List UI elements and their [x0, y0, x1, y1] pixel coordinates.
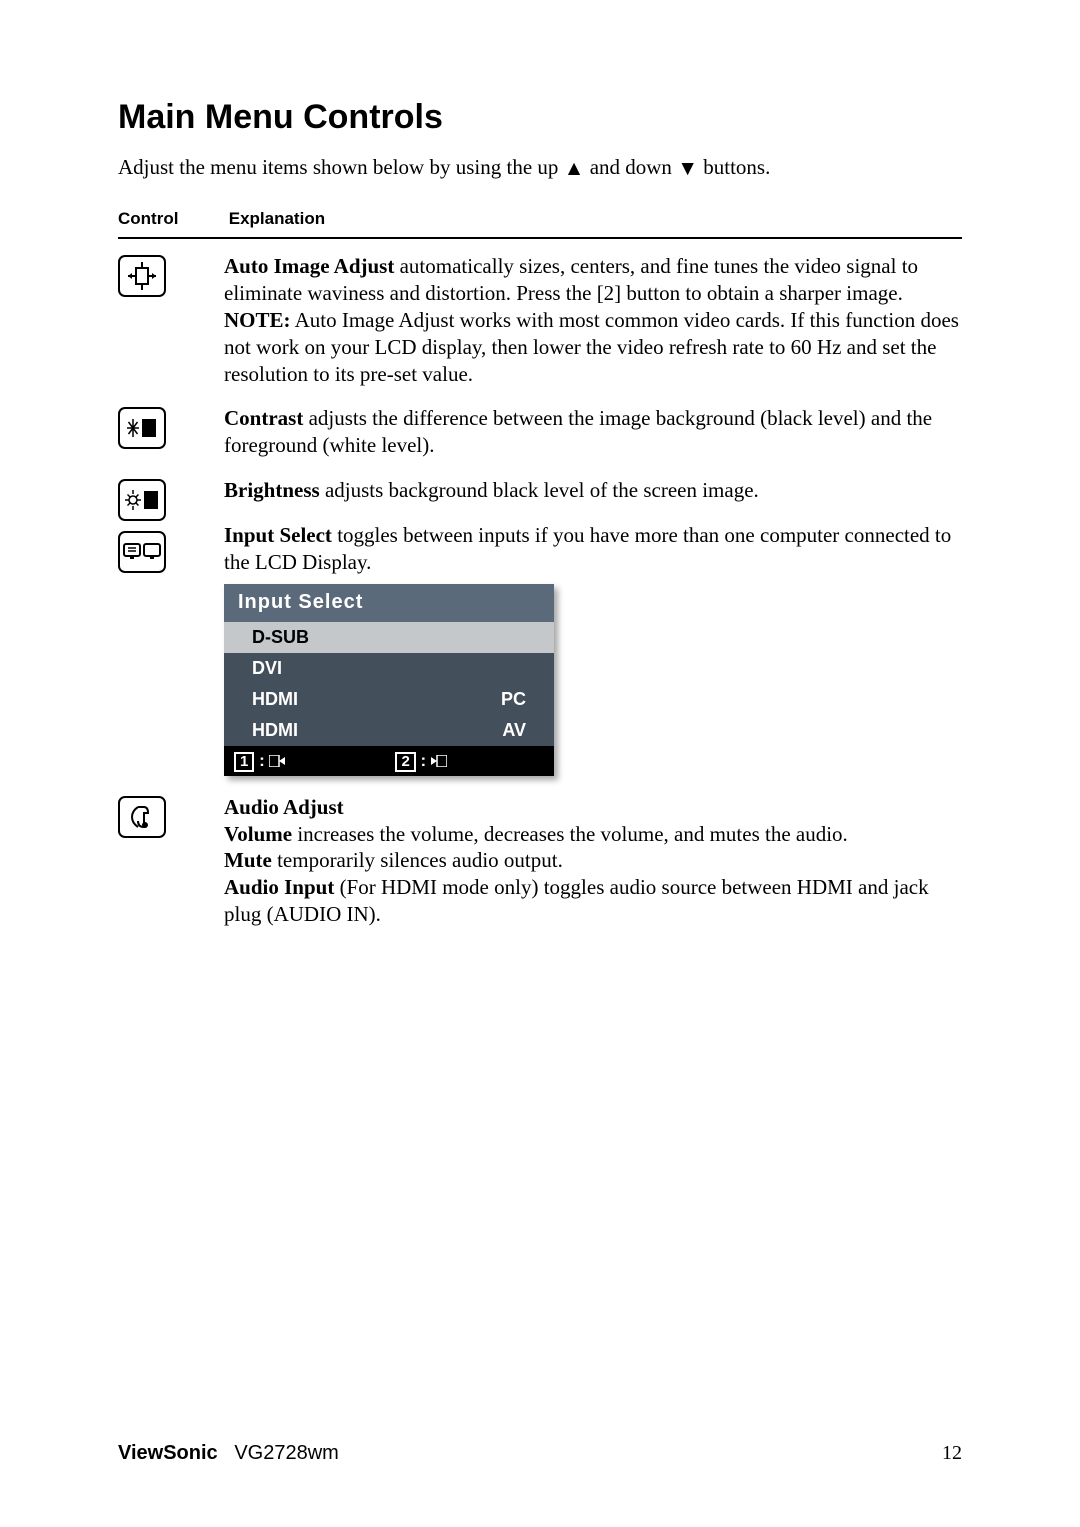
footer-model: VG2728wm [234, 1442, 339, 1464]
intro-pre: Adjust the menu items shown below by usi… [118, 155, 564, 179]
page-footer: ViewSonic VG2728wm 12 [118, 1442, 962, 1465]
osd-label: DVI [252, 657, 282, 680]
brightness-icon [118, 479, 166, 521]
intro-mid: and down [584, 155, 677, 179]
input-select-icon [118, 531, 166, 573]
contrast-desc: Contrast adjusts the difference between … [224, 405, 962, 459]
osd-footer-2: 2 : [395, 750, 446, 772]
footer-brand-bold: ViewSonic [118, 1442, 218, 1464]
volume-bold: Volume [224, 822, 292, 846]
audio-icon [118, 796, 166, 838]
brightness-bold: Brightness [224, 478, 320, 502]
osd-label: HDMI [252, 688, 298, 711]
brightness-desc: Brightness adjusts background black leve… [224, 477, 962, 504]
intro-post: buttons. [698, 155, 770, 179]
osd-label: D-SUB [252, 626, 309, 649]
osd-panel: Input Select D-SUB DVI HDMI PC HDMI AV [224, 584, 554, 776]
contrast-text: adjusts the difference between the image… [224, 406, 932, 457]
table-header: Control Explanation [118, 209, 962, 239]
row-audio: Audio Adjust Volume increases the volume… [118, 794, 962, 928]
row-brightness-input: Brightness adjusts background black leve… [118, 477, 962, 775]
volume-text: increases the volume, decreases the volu… [292, 822, 848, 846]
osd-footer-1: 1 : [234, 750, 285, 772]
auto-image-bold: Auto Image Adjust [224, 254, 394, 278]
brightness-text: adjusts background black level of the sc… [320, 478, 759, 502]
osd-right: PC [501, 688, 526, 711]
osd-footer: 1 : 2 : [224, 746, 554, 776]
audio-volume: Volume increases the volume, decreases t… [224, 821, 962, 848]
note-label: NOTE: [224, 308, 291, 332]
osd-row-hdmi-pc[interactable]: HDMI PC [224, 684, 554, 715]
row-auto-image: Auto Image Adjust automatically sizes, c… [118, 253, 962, 387]
audio-input: Audio Input (For HDMI mode only) toggles… [224, 874, 962, 928]
osd-row-dvi[interactable]: DVI [224, 653, 554, 684]
osd-label: HDMI [252, 719, 298, 742]
up-arrow-icon: ▲ [564, 156, 585, 181]
input-select-bold: Input Select [224, 523, 332, 547]
osd-title: Input Select [224, 584, 554, 622]
mute-bold: Mute [224, 848, 272, 872]
audio-title: Audio Adjust [224, 795, 344, 819]
row-contrast: Contrast adjusts the difference between … [118, 405, 962, 459]
input-select-desc: Input Select toggles between inputs if y… [224, 522, 962, 576]
contrast-icon [118, 407, 166, 449]
auto-image-icon [118, 255, 166, 297]
header-control: Control [118, 209, 224, 229]
num-2-icon: 2 [395, 752, 415, 772]
down-arrow-icon: ▼ [677, 156, 698, 181]
page-title: Main Menu Controls [118, 98, 962, 137]
osd-row-dsub[interactable]: D-SUB [224, 622, 554, 653]
footer-page: 12 [942, 1442, 962, 1465]
note-text: Auto Image Adjust works with most common… [224, 308, 959, 386]
osd-right: AV [502, 719, 526, 742]
header-explanation: Explanation [229, 209, 325, 229]
osd-row-hdmi-av[interactable]: HDMI AV [224, 715, 554, 746]
num-1-icon: 1 [234, 752, 254, 772]
contrast-bold: Contrast [224, 406, 303, 430]
audio-input-bold: Audio Input [224, 875, 334, 899]
auto-image-desc: Auto Image Adjust automatically sizes, c… [224, 253, 962, 307]
auto-image-note: NOTE: Auto Image Adjust works with most … [224, 307, 962, 388]
footer-brand: ViewSonic VG2728wm [118, 1442, 339, 1465]
mute-text: temporarily silences audio output. [272, 848, 563, 872]
input-select-text: toggles between inputs if you have more … [224, 523, 951, 574]
audio-mute: Mute temporarily silences audio output. [224, 847, 962, 874]
intro-text: Adjust the menu items shown below by usi… [118, 155, 962, 181]
